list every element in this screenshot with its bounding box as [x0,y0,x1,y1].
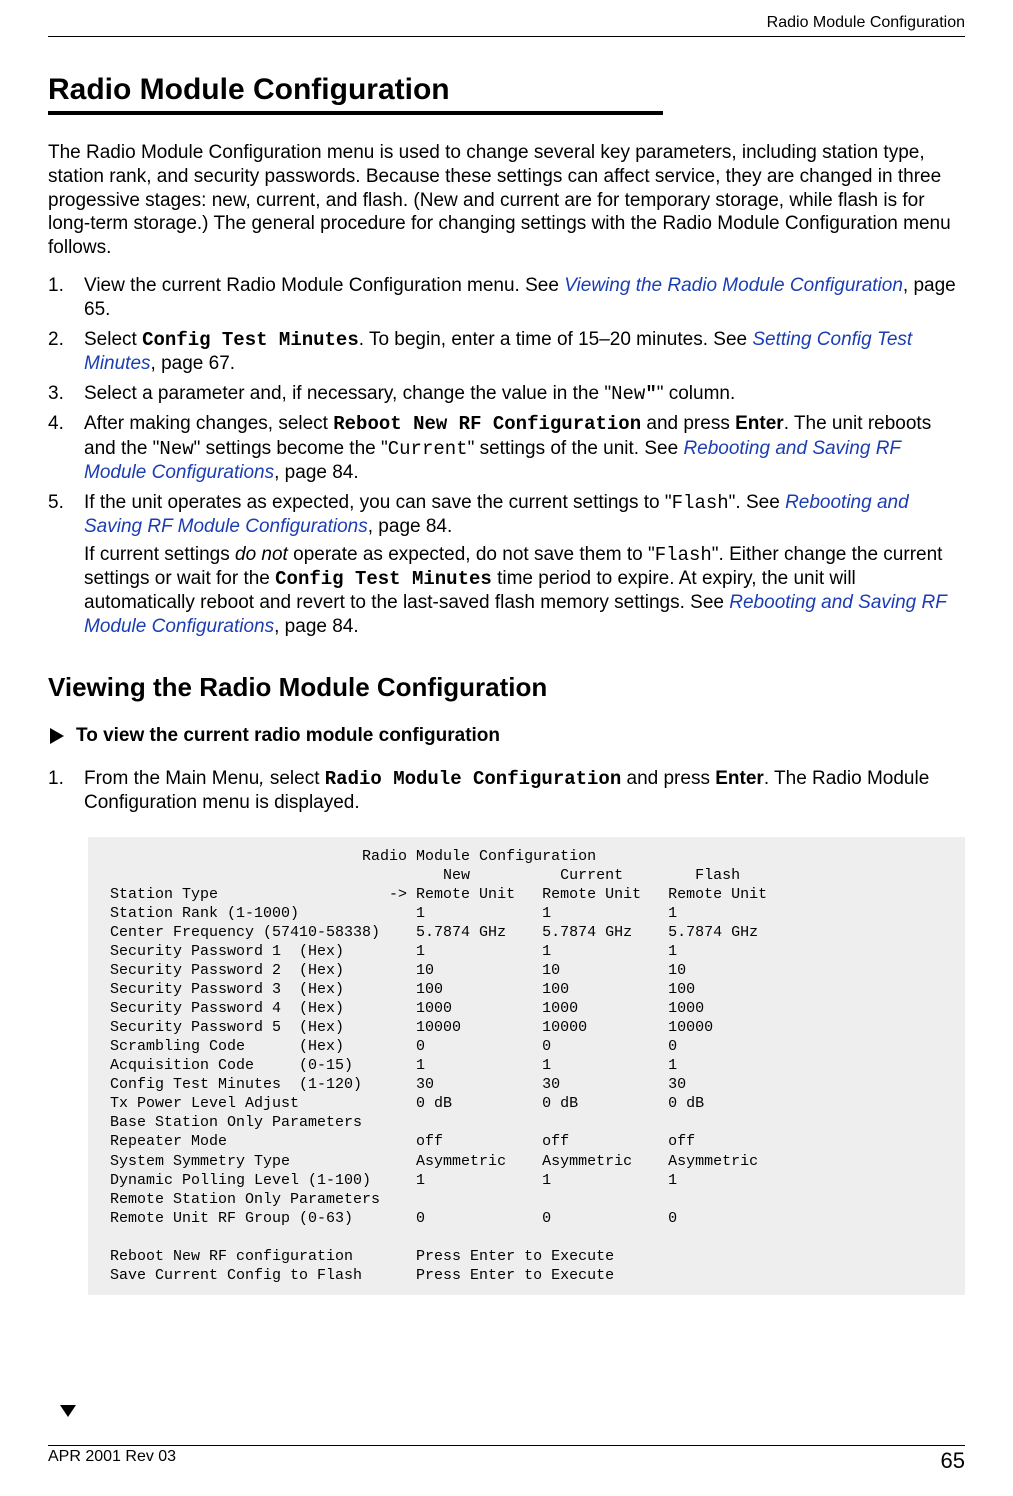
text: , page 84. [274,462,359,483]
procedure-title: To view the current radio module configu… [76,725,500,747]
subsection-title: Viewing the Radio Module Configuration [48,672,965,703]
text: ". See [729,492,785,513]
triangle-down-icon [58,1403,78,1424]
key-enter-2: Enter [715,768,764,789]
mono-config-test-minutes-2: Config Test Minutes [275,568,492,590]
mono-radio-module-configuration: Radio Module Configuration [325,768,621,790]
text-comma: , [259,768,270,789]
list-item: From the Main Menu, select Radio Module … [48,767,965,815]
text: " column. [657,383,736,404]
text: Select a parameter and, if necessary, ch… [84,383,611,404]
section-title: Radio Module Configuration [48,73,965,107]
list-item: After making changes, select Reboot New … [48,412,965,484]
list-item: If the unit operates as expected, you ca… [48,491,965,640]
mono-flash-2: Flash [655,544,712,566]
text: and press [621,768,715,789]
text: From the Main Menu [84,768,259,789]
running-header: Radio Module Configuration [48,14,965,37]
list-item: Select a parameter and, if necessary, ch… [48,382,965,406]
text: If current settings [84,544,235,565]
procedure-list-main: View the current Radio Module Configurat… [48,274,965,640]
footer-left: APR 2001 Rev 03 [48,1448,176,1474]
text: select [270,768,325,789]
procedure-list-view: From the Main Menu, select Radio Module … [48,767,965,815]
text: View the current Radio Module Configurat… [84,275,564,296]
intro-paragraph: The Radio Module Configuration menu is u… [48,141,965,260]
sub-paragraph: If current settings do not operate as ex… [84,543,965,640]
mono-reboot-new-rf: Reboot New RF Configuration [333,413,641,435]
text: , page 67. [151,353,236,374]
text: Select [84,329,142,350]
text: " settings of the unit. See [468,438,684,459]
text: , page 84. [368,516,453,537]
mono-current: Current [388,438,468,460]
text: , page 84. [274,616,359,637]
pointer-right-icon [48,726,66,746]
text: " settings become the " [194,438,388,459]
mono-flash: Flash [672,492,729,514]
title-underline [48,111,663,115]
link-viewing-rmc[interactable]: Viewing the Radio Module Configuration [564,275,903,296]
mono-new: New [611,383,645,405]
text: . To begin, enter a time of 15–20 minute… [359,329,753,350]
terminal-output: Radio Module Configuration New Current F… [88,837,965,1295]
text: operate as expected, do not save them to… [288,544,655,565]
emphasis-do-not: do not [235,544,288,565]
procedure-heading-row: To view the current radio module configu… [48,725,965,747]
page-footer: APR 2001 Rev 03 65 [48,1445,965,1474]
mono-new2: New [159,438,193,460]
list-item: Select Config Test Minutes. To begin, en… [48,328,965,376]
text: and press [641,413,735,434]
list-item: View the current Radio Module Configurat… [48,274,965,322]
quote-bold: " [645,383,656,405]
text: After making changes, select [84,413,333,434]
page-number: 65 [941,1448,965,1474]
text: If the unit operates as expected, you ca… [84,492,672,513]
key-enter: Enter [735,413,784,434]
mono-config-test-minutes: Config Test Minutes [142,329,359,351]
